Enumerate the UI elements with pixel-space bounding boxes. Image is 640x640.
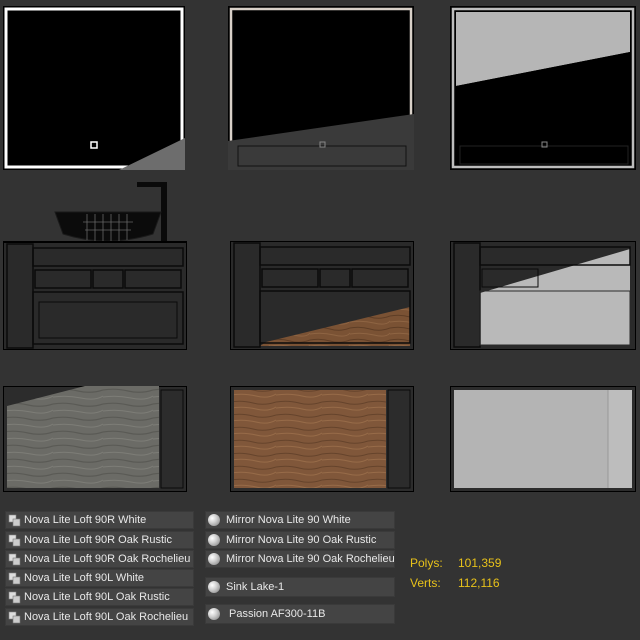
layer-item[interactable]: Nova Lite Loft 90R White bbox=[5, 511, 194, 529]
material-sphere-icon bbox=[208, 608, 220, 620]
material-sphere-icon bbox=[208, 514, 220, 526]
vanity-white-front-thumb bbox=[3, 178, 187, 350]
object-item[interactable]: Mirror Nova Lite 90 White bbox=[205, 511, 395, 529]
material-sphere-icon bbox=[208, 534, 220, 546]
layer-item-label: Nova Lite Loft 90R Oak Rustic bbox=[24, 534, 172, 546]
verts-value: 112,116 bbox=[458, 576, 500, 590]
object-item[interactable]: Mirror Nova Lite 90 Oak Rochelieu bbox=[205, 550, 395, 568]
layer-item-label: Nova Lite Loft 90L White bbox=[24, 572, 145, 584]
mirror-white-thumb bbox=[3, 6, 185, 170]
layer-item-label: Nova Lite Loft 90R White bbox=[24, 514, 147, 526]
layer-item-label: Nova Lite Loft 90L Oak Rochelieu bbox=[24, 611, 189, 623]
polys-value: 101,359 bbox=[458, 556, 502, 570]
object-item-label: Mirror Nova Lite 90 White bbox=[226, 514, 351, 526]
polys-label: Polys: bbox=[410, 556, 443, 570]
layer-item[interactable]: Nova Lite Loft 90L White bbox=[5, 569, 194, 587]
object-item-label: Mirror Nova Lite 90 Oak Rustic bbox=[226, 534, 377, 546]
verts-label: Verts: bbox=[410, 576, 441, 590]
side-panel-oak-rustic-thumb bbox=[230, 386, 414, 492]
layer-icon bbox=[8, 553, 21, 566]
side-panel-white-thumb bbox=[450, 386, 636, 492]
object-item-label: Sink Lake-1 bbox=[226, 581, 285, 593]
object-item-label: Mirror Nova Lite 90 Oak Rochelieu bbox=[226, 553, 395, 565]
mirror-oak-rustic-thumb bbox=[228, 6, 414, 170]
layer-icon bbox=[8, 514, 21, 527]
layer-icon bbox=[8, 572, 21, 585]
layer-item[interactable]: Nova Lite Loft 90R Oak Rochelieu bbox=[5, 550, 194, 568]
vanity-white-gloss-front-thumb bbox=[450, 241, 636, 350]
vanity-oak-rustic-front-thumb bbox=[230, 241, 414, 350]
material-sphere-icon bbox=[208, 581, 220, 593]
object-item-label: Passion AF300-11B bbox=[229, 608, 326, 620]
object-item[interactable]: Sink Lake-1 bbox=[205, 577, 395, 597]
layer-icon bbox=[8, 534, 21, 547]
object-item[interactable]: Passion AF300-11B bbox=[205, 604, 395, 624]
object-item[interactable]: Mirror Nova Lite 90 Oak Rustic bbox=[205, 531, 395, 549]
layer-icon bbox=[8, 611, 21, 624]
layer-item[interactable]: Nova Lite Loft 90L Oak Rustic bbox=[5, 588, 194, 606]
mirror-oak-rochelieu-thumb bbox=[450, 6, 636, 170]
material-sphere-icon bbox=[208, 553, 220, 565]
layer-icon bbox=[8, 591, 21, 604]
layer-item[interactable]: Nova Lite Loft 90R Oak Rustic bbox=[5, 531, 194, 549]
side-panel-oak-rochelieu-thumb bbox=[3, 386, 187, 492]
layer-item-label: Nova Lite Loft 90L Oak Rustic bbox=[24, 591, 170, 603]
layer-item[interactable]: Nova Lite Loft 90L Oak Rochelieu bbox=[5, 608, 194, 626]
layer-item-label: Nova Lite Loft 90R Oak Rochelieu bbox=[24, 553, 191, 565]
